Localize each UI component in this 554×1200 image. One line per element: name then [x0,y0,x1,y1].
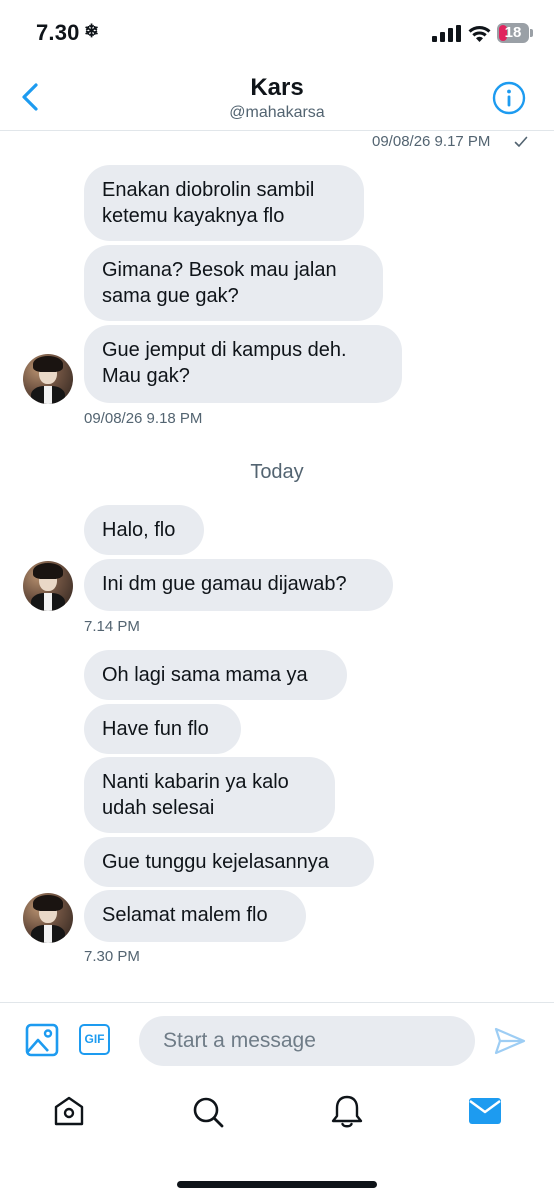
message-bubble[interactable]: Gimana? Besok mau jalan sama gue gak? [84,245,383,321]
header-divider [0,130,554,131]
message-bubble[interactable]: Selamat malem flo [84,890,306,942]
cellular-signal-icon [432,25,461,42]
home-indicator [177,1181,377,1188]
battery-level: 18 [504,24,522,41]
read-check-icon [514,136,528,147]
notifications-bell-icon[interactable] [330,1093,364,1129]
conversation-title: Kars [250,74,304,101]
message-bubble[interactable]: Halo, flo [84,505,204,555]
image-icon[interactable] [24,1022,60,1058]
search-icon[interactable] [190,1094,226,1130]
day-separator: Today [250,461,304,483]
avatar[interactable] [23,561,73,611]
message-timestamp: 09/08/26 9.18 PM [84,410,203,427]
battery-icon: 18 [497,23,529,43]
status-time: 7.30 [36,20,80,45]
messages-mail-icon[interactable] [468,1096,502,1126]
wifi-icon [468,26,491,42]
avatar[interactable] [23,893,73,943]
conversation-handle: @mahakarsa [229,104,325,121]
sent-timestamp: 09/08/26 9.17 PM [372,133,491,150]
snowflake-icon: ❄ [84,21,100,41]
message-bubble[interactable]: Gue jemput di kampus deh. Mau gak? [84,325,402,403]
message-bubble[interactable]: Ini dm gue gamau dijawab? [84,559,393,611]
message-bubble[interactable]: Have fun flo [84,704,241,754]
battery-tip [530,29,533,37]
message-bubble[interactable]: Enakan diobrolin sambil ketemu kayaknya … [84,165,364,241]
message-bubble[interactable]: Oh lagi sama mama ya [84,650,347,700]
message-timestamp: 7.14 PM [84,618,140,635]
home-icon[interactable] [52,1094,86,1128]
message-input[interactable] [139,1016,475,1066]
avatar[interactable] [23,354,73,404]
composer-divider [0,1002,554,1003]
message-bubble[interactable]: Nanti kabarin ya kalo udah selesai [84,757,335,833]
message-timestamp: 7.30 PM [84,948,140,965]
message-bubble[interactable]: Gue tunggu kejelasannya [84,837,374,887]
send-icon[interactable] [494,1026,526,1056]
info-icon[interactable] [492,81,526,115]
gif-button[interactable]: GIF [79,1024,110,1055]
